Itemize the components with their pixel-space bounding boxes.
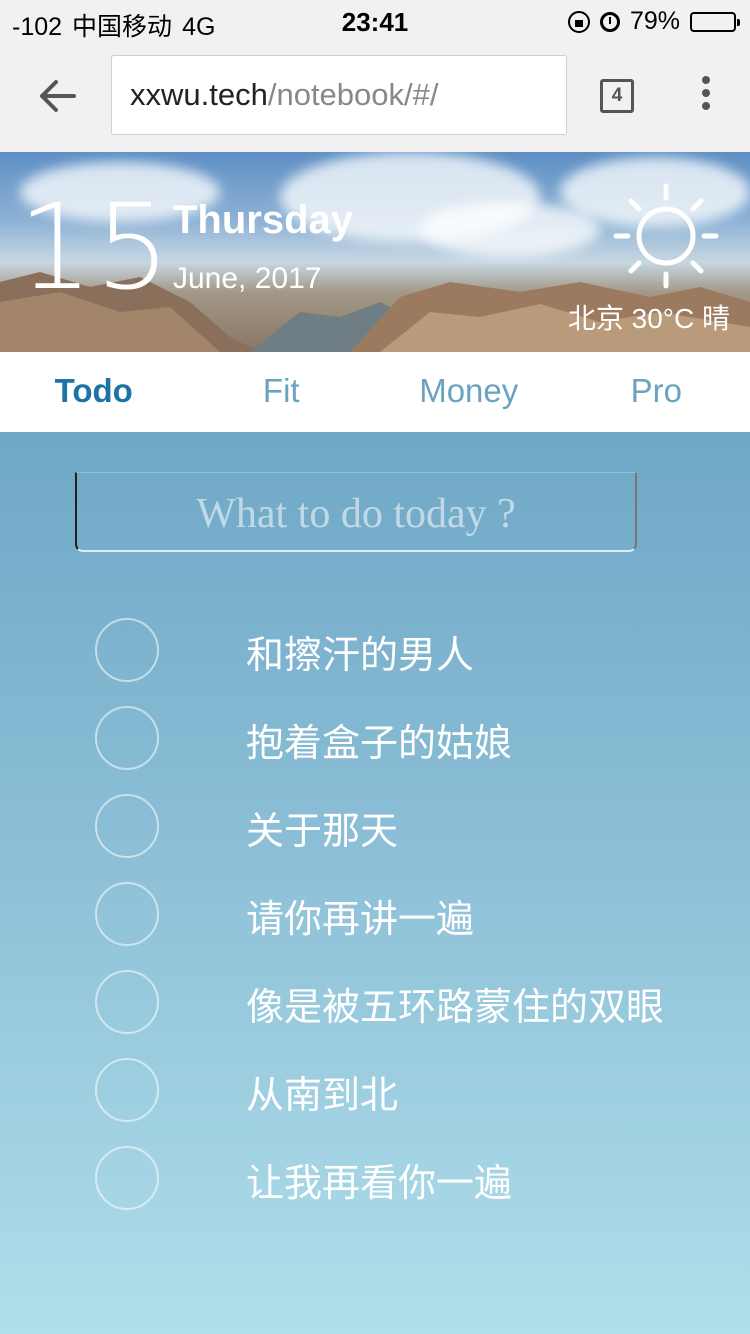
date-month-year: June, 2017: [173, 262, 322, 295]
todo-item: 请你再讲一遍: [0, 882, 750, 970]
todo-checkbox[interactable]: [95, 882, 159, 946]
tab-bar: Todo Fit Money Pro: [0, 352, 750, 432]
tab-fit[interactable]: Fit: [188, 352, 376, 432]
todo-item: 关于那天: [0, 794, 750, 882]
weather-text: 北京 30°C 晴: [567, 303, 730, 334]
todo-input[interactable]: [75, 472, 637, 552]
battery-icon: [690, 11, 740, 32]
overflow-menu-button[interactable]: [694, 76, 718, 116]
todo-text[interactable]: 像是被五环路蒙住的双眼: [246, 976, 664, 1031]
more-dot: [702, 102, 710, 110]
alarm-icon: [599, 11, 620, 32]
address-bar[interactable]: xxwu.tech/notebook/#/: [111, 55, 567, 135]
todo-panel: 和擦汗的男人 抱着盒子的姑娘 关于那天 请你再讲一遍 像是被五环路蒙住的双眼 从…: [0, 432, 750, 1334]
arrow-left-icon: [40, 80, 76, 112]
back-button[interactable]: [34, 74, 78, 118]
battery-percent: 79%: [629, 7, 680, 35]
tab-switcher-button[interactable]: 4: [600, 79, 634, 113]
tab-todo[interactable]: Todo: [0, 352, 188, 432]
todo-checkbox[interactable]: [95, 706, 159, 770]
tab-pro[interactable]: Pro: [563, 352, 750, 432]
todo-text[interactable]: 抱着盒子的姑娘: [246, 712, 512, 767]
todo-text[interactable]: 和擦汗的男人: [246, 624, 474, 679]
date-weekday: Thursday: [173, 198, 354, 242]
status-right: 79%: [567, 7, 740, 36]
todo-list: 和擦汗的男人 抱着盒子的姑娘 关于那天 请你再讲一遍 像是被五环路蒙住的双眼 从…: [0, 618, 750, 1234]
todo-checkbox[interactable]: [95, 1146, 159, 1210]
todo-checkbox[interactable]: [95, 970, 159, 1034]
todo-checkbox[interactable]: [95, 794, 159, 858]
more-dot: [702, 89, 710, 97]
todo-item: 抱着盒子的姑娘: [0, 706, 750, 794]
todo-text[interactable]: 关于那天: [246, 800, 398, 855]
todo-item: 从南到北: [0, 1058, 750, 1146]
rotation-lock-icon: [567, 10, 590, 33]
date-day: 15: [18, 178, 173, 316]
todo-checkbox[interactable]: [95, 1058, 159, 1122]
url-path: /notebook/#/: [267, 77, 439, 112]
todo-item: 像是被五环路蒙住的双眼: [0, 970, 750, 1058]
more-dot: [702, 76, 710, 84]
url-host: xxwu.tech: [130, 77, 268, 112]
sun-icon: [613, 183, 719, 289]
browser-toolbar: xxwu.tech/notebook/#/ 4: [0, 42, 750, 153]
tab-money[interactable]: Money: [375, 352, 563, 432]
todo-checkbox[interactable]: [95, 618, 159, 682]
todo-text[interactable]: 从南到北: [246, 1064, 398, 1119]
header-banner: 15 Thursday June, 2017 北京 30°C 晴: [0, 152, 750, 352]
status-bar: -102 中国移动 4G 23:41 79%: [0, 0, 750, 42]
todo-item: 和擦汗的男人: [0, 618, 750, 706]
todo-text[interactable]: 请你再讲一遍: [246, 888, 474, 943]
todo-item: 让我再看你一遍: [0, 1146, 750, 1234]
todo-text[interactable]: 让我再看你一遍: [246, 1152, 512, 1207]
